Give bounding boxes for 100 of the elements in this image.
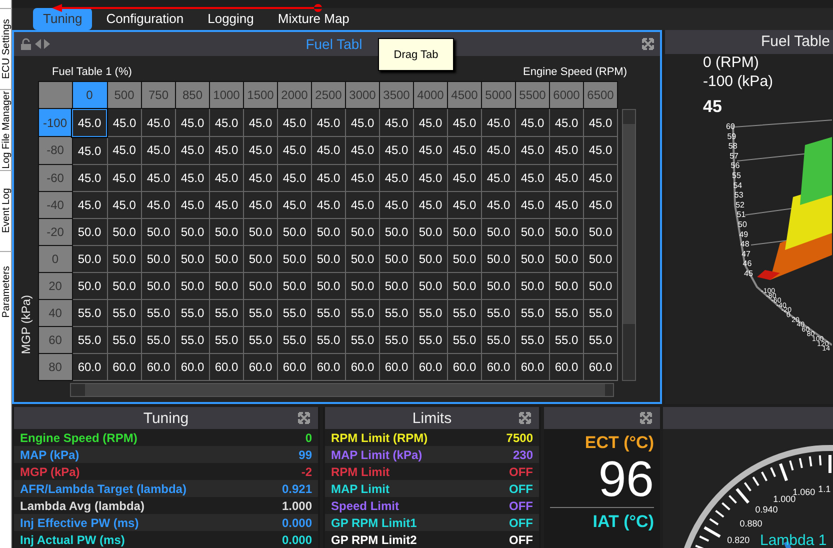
table-cell[interactable]: 45.0 [142,164,176,192]
table-cell[interactable]: 50.0 [550,245,584,272]
table-cell[interactable]: 55.0 [176,299,210,326]
table-cell[interactable]: 45.0 [176,136,210,164]
table-cell[interactable]: 50.0 [482,245,516,272]
table-cell[interactable]: 45.0 [516,108,550,137]
table-cell[interactable]: 50.0 [107,218,142,246]
table-cell[interactable]: 45.0 [448,136,482,164]
table-cell[interactable]: 45.0 [584,164,618,192]
table-cell[interactable]: 50.0 [516,218,550,246]
table-cell[interactable]: 60.0 [244,353,278,380]
table-cell[interactable]: 45.0 [72,136,107,164]
table-cell[interactable]: 45.0 [210,108,244,137]
right-arrow-icon[interactable] [44,38,50,49]
table-cell[interactable]: 50.0 [210,218,244,246]
table-cell[interactable]: 50.0 [176,272,210,300]
table-cell[interactable]: 45.0 [516,164,550,192]
table-cell[interactable]: 45.0 [380,136,414,164]
side-tab[interactable]: Parameters [0,251,12,332]
table-cell[interactable]: 45.0 [414,164,448,192]
table-cell[interactable]: 45.0 [482,164,516,192]
table-cell[interactable]: 60.0 [414,353,448,380]
table-cell[interactable]: 50.0 [244,245,278,272]
table-cell[interactable]: 55.0 [107,326,142,354]
maximize-icon[interactable] [642,38,654,50]
table-cell[interactable]: 50.0 [516,272,550,300]
table-cell[interactable]: 55.0 [278,299,312,326]
row-header[interactable]: -100 [38,108,72,137]
table-cell[interactable]: 55.0 [414,299,448,326]
table-cell[interactable]: 60.0 [482,353,516,380]
table-cell[interactable]: 50.0 [516,245,550,272]
table-cell[interactable]: 50.0 [414,218,448,246]
table-cell[interactable]: 45.0 [584,108,618,137]
table-cell[interactable]: 55.0 [107,299,142,326]
table-cell[interactable]: 50.0 [210,272,244,300]
table-cell[interactable]: 55.0 [142,299,176,326]
table-cell[interactable]: 45.0 [312,136,346,164]
table-cell[interactable]: 45.0 [278,136,312,164]
table-cell[interactable]: 45.0 [107,164,142,192]
table-cell[interactable]: 45.0 [142,108,176,137]
table-cell[interactable]: 60.0 [448,353,482,380]
table-cell[interactable]: 50.0 [72,272,107,300]
table-cell[interactable]: 45.0 [414,191,448,218]
maximize-icon[interactable] [519,412,531,424]
table-cell[interactable]: 50.0 [312,272,346,300]
table-cell[interactable]: 55.0 [346,299,380,326]
table-cell[interactable]: 55.0 [550,326,584,354]
table-cell[interactable]: 55.0 [380,299,414,326]
table-cell[interactable]: 45.0 [176,164,210,192]
table-cell[interactable]: 55.0 [482,299,516,326]
table-cell[interactable]: 55.0 [244,326,278,354]
table-cell[interactable]: 45.0 [482,108,516,137]
table-cell[interactable]: 50.0 [244,218,278,246]
table-cell[interactable]: 55.0 [244,299,278,326]
table-cell[interactable]: 50.0 [550,272,584,300]
table-cell[interactable]: 55.0 [448,326,482,354]
table-cell[interactable]: 50.0 [210,245,244,272]
table-cell[interactable]: 50.0 [448,245,482,272]
table-cell[interactable]: 50.0 [414,272,448,300]
table-cell[interactable]: 45.0 [482,191,516,218]
table-cell[interactable]: 55.0 [312,326,346,354]
table-cell[interactable]: 45.0 [312,164,346,192]
table-cell[interactable]: 60.0 [312,353,346,380]
tab[interactable]: Mixture Map [268,8,360,30]
table-cell[interactable]: 50.0 [176,245,210,272]
table-cell[interactable]: 50.0 [312,245,346,272]
tab[interactable]: Logging [198,8,264,30]
table-cell[interactable]: 45.0 [550,191,584,218]
table-cell[interactable]: 45.0 [448,108,482,137]
table-cell[interactable]: 50.0 [346,245,380,272]
table-cell[interactable]: 60.0 [142,353,176,380]
left-arrow-icon[interactable] [35,38,41,49]
table-cell[interactable]: 45.0 [584,136,618,164]
table-cell[interactable]: 45.0 [346,164,380,192]
table-cell[interactable]: 50.0 [414,245,448,272]
table-cell[interactable]: 55.0 [346,326,380,354]
table-cell[interactable]: 45.0 [142,191,176,218]
table-cell[interactable]: 45.0 [278,108,312,137]
table-cell[interactable]: 50.0 [448,272,482,300]
table-cell[interactable]: 55.0 [414,326,448,354]
horizontal-scrollbar[interactable] [70,382,614,397]
table-cell[interactable]: 55.0 [142,326,176,354]
table-cell[interactable]: 45.0 [210,191,244,218]
table-cell[interactable]: 45.0 [448,164,482,192]
table-cell[interactable]: 55.0 [210,299,244,326]
table-cell[interactable]: 45.0 [278,191,312,218]
table-cell[interactable]: 50.0 [142,272,176,300]
table-cell[interactable]: 50.0 [176,218,210,246]
table-cell[interactable]: 45.0 [414,136,448,164]
table-cell[interactable]: 45.0 [380,191,414,218]
maximize-icon[interactable] [298,412,310,424]
table-cell[interactable]: 45.0 [142,136,176,164]
table-cell[interactable]: 50.0 [72,245,107,272]
table-cell[interactable]: 55.0 [72,326,107,354]
table-cell[interactable]: 50.0 [584,245,618,272]
table-cell[interactable]: 55.0 [278,326,312,354]
table-cell[interactable]: 45.0 [210,136,244,164]
table-cell[interactable]: 60.0 [107,353,142,380]
table-cell[interactable]: 55.0 [516,326,550,354]
table-cell[interactable]: 45.0 [346,191,380,218]
